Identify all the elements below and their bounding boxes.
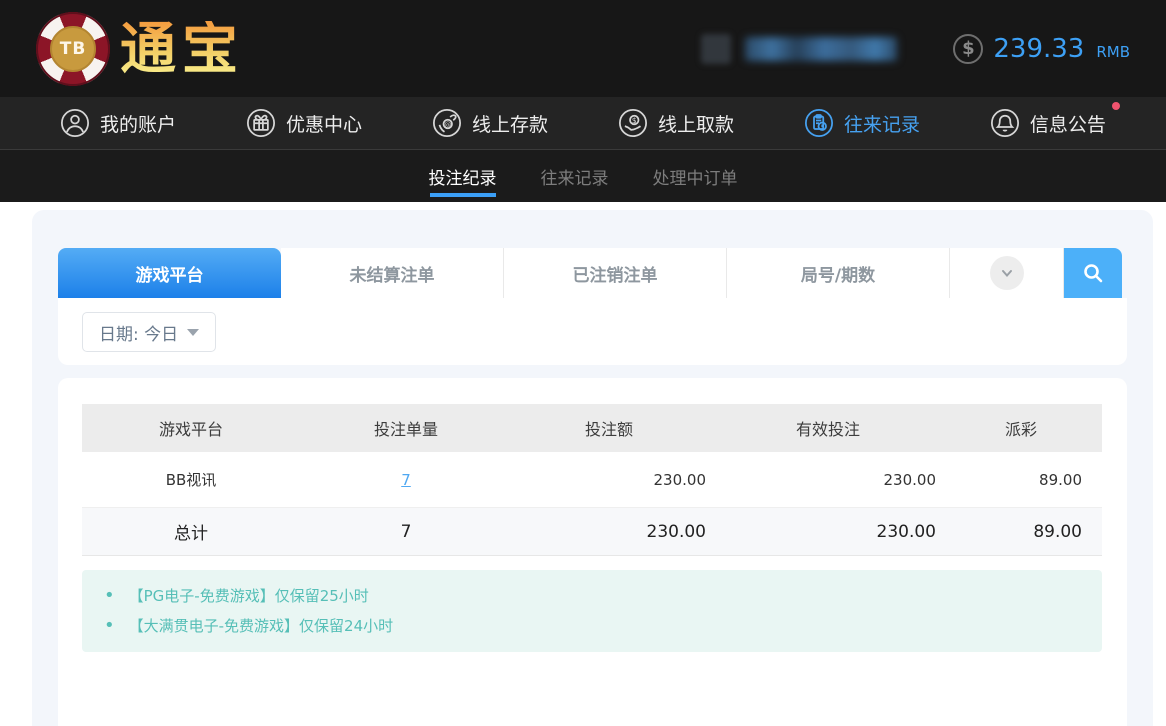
table-total-row: 总计 7 230.00 230.00 89.00 <box>82 508 1102 556</box>
poker-chip-logo-icon: TB <box>36 11 110 86</box>
caret-down-icon <box>187 328 200 336</box>
results-card: 游戏平台 投注单量 投注额 有效投注 派彩 BB视讯 7 230.00 230.… <box>58 378 1127 726</box>
cell-platform: BB视讯 <box>165 471 217 489</box>
table-row: BB视讯 7 230.00 230.00 89.00 <box>82 452 1102 508</box>
bet-count-link[interactable]: 7 <box>401 471 411 489</box>
subnav-tab-transactions[interactable]: 往来记录 <box>541 150 609 202</box>
nav-label: 信息公告 <box>1029 113 1106 136</box>
table-header-row: 游戏平台 投注单量 投注额 有效投注 派彩 <box>82 404 1102 452</box>
wallet-balance[interactable]: $ 239.33 RMB <box>953 33 1130 64</box>
total-bet-count: 7 <box>400 521 412 542</box>
nav-label: 我的账户 <box>100 113 177 136</box>
records-subnav: 投注纪录 往来记录 处理中订单 <box>0 150 1166 202</box>
subnav-tab-bet-records[interactable]: 投注纪录 <box>429 150 497 202</box>
total-bet-amount: 230.00 <box>646 521 706 542</box>
svg-text:@: @ <box>444 121 451 129</box>
brand-logo[interactable]: TB 通宝 <box>36 11 244 86</box>
total-label: 总计 <box>174 524 208 544</box>
col-header-bet-count: 投注单量 <box>373 420 438 439</box>
withdraw-icon: $ <box>618 109 647 137</box>
nav-item-online-deposit[interactable]: @ 线上存款 <box>432 108 548 138</box>
cell-valid-bet: 230.00 <box>883 470 937 489</box>
nav-item-my-account[interactable]: 我的账户 <box>60 108 176 138</box>
nav-item-online-withdraw[interactable]: $ 线上取款 <box>618 108 734 138</box>
content-panel: 游戏平台 未结算注单 已注销注单 局号/期数 日期: 今日 游戏平台 投注单量 … <box>32 210 1153 726</box>
dollar-coin-icon: $ <box>953 33 984 64</box>
nav-label: 线上取款 <box>657 113 734 136</box>
unread-dot <box>1111 102 1120 110</box>
notice-icon <box>990 109 1019 137</box>
filter-tab-row: 游戏平台 未结算注单 已注销注单 局号/期数 <box>58 248 1127 298</box>
main-navigation: 我的账户 优惠中心 @ 线上存款 $ 线上取款 往来记录 信息公告 <box>0 97 1166 150</box>
tab-round-number[interactable]: 局号/期数 <box>727 248 950 298</box>
nav-item-announcements[interactable]: 信息公告 <box>990 102 1120 138</box>
brand-name: 通宝 <box>120 15 244 82</box>
promo-notes: 【PG电子-免费游戏】仅保留25小时 【大满贯电子-免费游戏】仅保留24小时 <box>82 570 1102 652</box>
total-payout: 89.00 <box>1033 521 1082 542</box>
chevron-down-icon <box>989 256 1024 290</box>
avatar <box>701 33 732 64</box>
records-icon <box>804 109 833 137</box>
search-button[interactable] <box>1064 248 1122 298</box>
col-header-platform: 游戏平台 <box>158 420 223 439</box>
nav-label: 往来记录 <box>843 113 920 136</box>
date-filter-label: 日期: 今日 <box>99 324 179 345</box>
col-header-valid-bet: 有效投注 <box>795 420 860 439</box>
page-content: 游戏平台 未结算注单 已注销注单 局号/期数 日期: 今日 游戏平台 投注单量 … <box>0 202 1166 726</box>
deposit-icon: @ <box>432 109 461 137</box>
platform-select-dropdown[interactable] <box>950 248 1064 298</box>
nav-label: 线上存款 <box>471 113 548 136</box>
user-account-summary[interactable] <box>701 33 898 64</box>
search-icon <box>1084 264 1103 283</box>
tab-game-platform[interactable]: 游戏平台 <box>58 248 281 298</box>
promo-icon <box>246 109 275 137</box>
bet-summary-table: 游戏平台 投注单量 投注额 有效投注 派彩 BB视讯 7 230.00 230.… <box>82 404 1102 556</box>
balance-amount: 239.33 <box>993 33 1085 64</box>
note-item: 【大满贯电子-免费游戏】仅保留24小时 <box>82 610 1102 640</box>
username-redacted <box>745 36 898 61</box>
date-filter-dropdown[interactable]: 日期: 今日 <box>82 312 217 352</box>
logo-tb-monogram: TB <box>50 25 96 72</box>
subnav-tab-pending-orders[interactable]: 处理中订单 <box>653 150 738 202</box>
note-item: 【PG电子-免费游戏】仅保留25小时 <box>82 580 1102 610</box>
account-icon <box>61 109 89 137</box>
nav-label: 优惠中心 <box>285 113 362 136</box>
col-header-bet-amount: 投注额 <box>584 420 633 439</box>
total-valid-bet: 230.00 <box>876 521 936 542</box>
nav-item-transaction-records[interactable]: 往来记录 <box>804 108 920 138</box>
cell-bet-amount: 230.00 <box>653 470 707 489</box>
tab-unsettled-bets[interactable]: 未结算注单 <box>281 248 504 298</box>
col-header-payout: 派彩 <box>1004 420 1037 439</box>
cell-payout: 89.00 <box>1039 470 1082 489</box>
top-header: TB 通宝 $ 239.33 RMB <box>0 0 1166 97</box>
tab-cancelled-bets[interactable]: 已注销注单 <box>504 248 727 298</box>
svg-text:$: $ <box>632 116 637 125</box>
balance-currency: RMB <box>1096 42 1130 61</box>
filter-card: 日期: 今日 <box>58 298 1127 365</box>
nav-item-promo-center[interactable]: 优惠中心 <box>246 108 362 138</box>
